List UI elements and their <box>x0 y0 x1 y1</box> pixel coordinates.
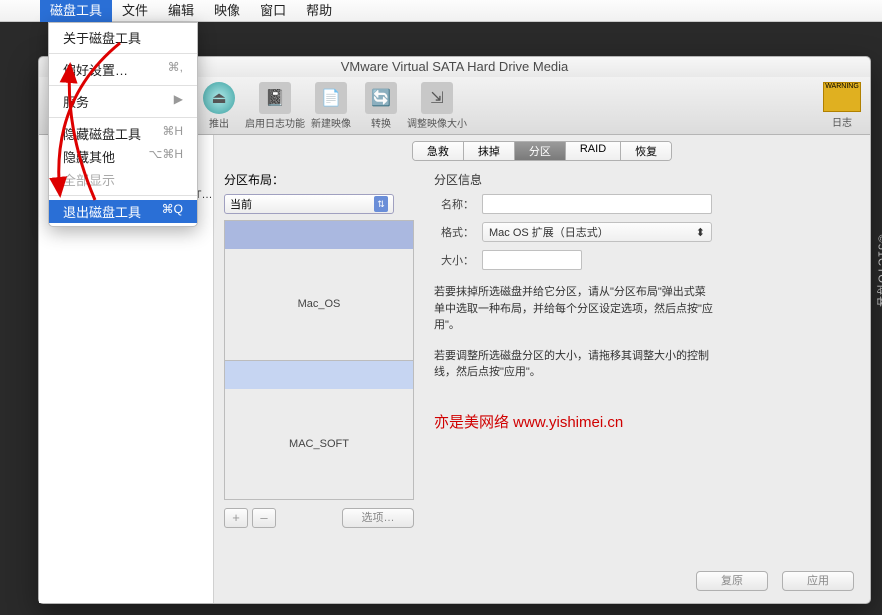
name-input[interactable] <box>482 194 712 214</box>
layout-title: 分区布局： <box>224 171 414 188</box>
tab-raid[interactable]: RAID <box>566 142 621 160</box>
watermark: 亦是美网络 www.yishimei.cn <box>434 411 860 432</box>
resize-icon: ⇲ <box>421 82 453 114</box>
name-label: 名称： <box>434 196 474 212</box>
annotation-arrow <box>0 40 130 220</box>
tab-firstaid[interactable]: 急救 <box>413 142 464 160</box>
remove-partition-button[interactable]: – <box>252 508 276 528</box>
size-input[interactable] <box>482 250 582 270</box>
tab-erase[interactable]: 抹掉 <box>464 142 515 160</box>
convert-icon: 🔄 <box>365 82 397 114</box>
size-label: 大小： <box>434 252 474 268</box>
toolbar-convert[interactable]: 🔄转换 <box>357 82 405 130</box>
toolbar-new-image[interactable]: 📄新建映像 <box>307 82 355 130</box>
tab-restore[interactable]: 恢复 <box>621 142 671 160</box>
page-watermark: ©51CTO博客 <box>874 234 882 307</box>
info-title: 分区信息 <box>434 171 860 188</box>
help-text: 若要调整所选磁盘分区的大小，请拖移其调整大小的控制线，然后点按"应用"。 <box>434 348 714 381</box>
menu-disk-utility[interactable]: 磁盘工具 <box>40 0 112 22</box>
chevron-updown-icon: ⬍ <box>696 226 705 239</box>
chevron-updown-icon: ⇅ <box>374 196 388 212</box>
add-partition-button[interactable]: + <box>224 508 248 528</box>
tab-partition[interactable]: 分区 <box>515 142 566 160</box>
toolbar-journal[interactable]: 📓启用日志功能 <box>245 82 305 130</box>
revert-button[interactable]: 复原 <box>696 571 768 591</box>
partition-block[interactable]: Mac_OS <box>225 221 413 361</box>
toolbar-eject[interactable]: ⏏推出 <box>195 82 243 130</box>
toolbar-resize[interactable]: ⇲调整映像大小 <box>407 82 467 130</box>
warning-badge: WARNING <box>823 82 861 112</box>
help-text: 若要抹掉所选磁盘并给它分区，请从"分区布局"弹出式菜单中选取一种布局，并给每个分… <box>434 284 714 334</box>
menubar: 磁盘工具 文件 编辑 映像 窗口 帮助 <box>0 0 882 22</box>
menu-edit[interactable]: 编辑 <box>158 0 204 22</box>
format-select[interactable]: Mac OS 扩展（日志式）⬍ <box>482 222 712 242</box>
options-button[interactable]: 选项… <box>342 508 414 528</box>
partition-layout: Mac_OS MAC_SOFT <box>224 220 414 500</box>
main-panel: 急救 抹掉 分区 RAID 恢复 分区布局： 当前⇅ Mac_OS MAC_SO… <box>214 135 870 603</box>
format-label: 格式： <box>434 224 474 240</box>
layout-selector[interactable]: 当前⇅ <box>224 194 394 214</box>
menu-help[interactable]: 帮助 <box>296 0 342 22</box>
apply-button[interactable]: 应用 <box>782 571 854 591</box>
eject-icon: ⏏ <box>203 82 235 114</box>
journal-icon: 📓 <box>259 82 291 114</box>
menu-file[interactable]: 文件 <box>112 0 158 22</box>
partition-block[interactable]: MAC_SOFT <box>225 361 413 500</box>
new-image-icon: 📄 <box>315 82 347 114</box>
tab-bar: 急救 抹掉 分区 RAID 恢复 <box>224 141 860 161</box>
menu-image[interactable]: 映像 <box>204 0 250 22</box>
toolbar-log[interactable]: WARNING日志 <box>820 82 864 129</box>
menu-window[interactable]: 窗口 <box>250 0 296 22</box>
